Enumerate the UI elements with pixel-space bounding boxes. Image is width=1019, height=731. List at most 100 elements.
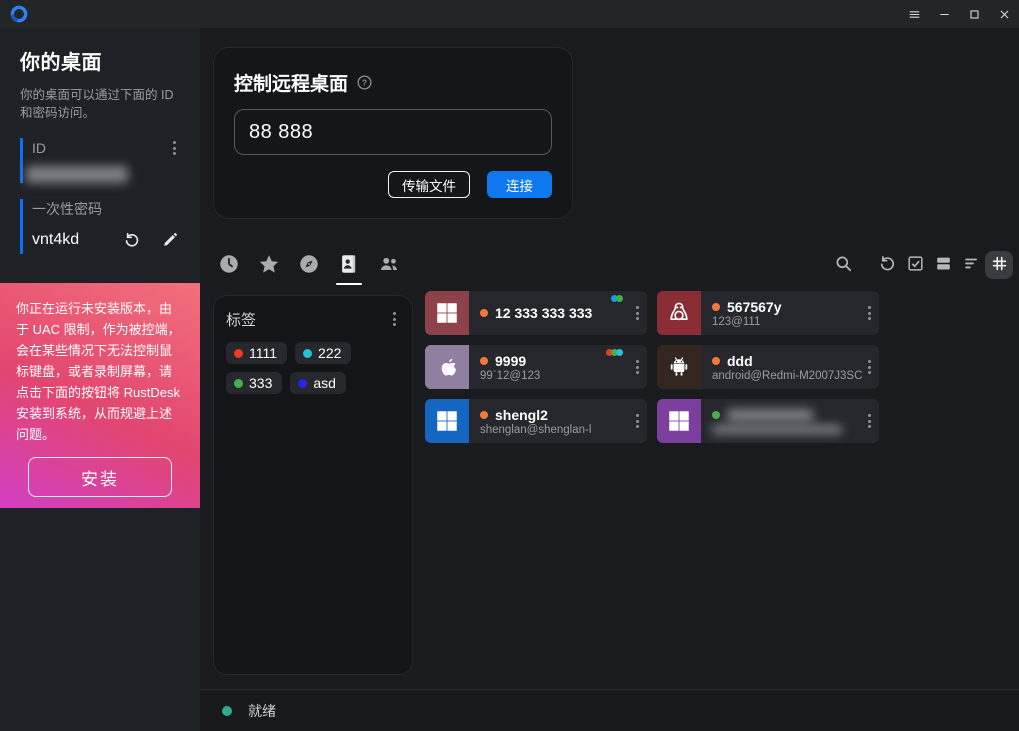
peer-grid: 12 333 333 333 567567y 123@111 <box>425 291 885 443</box>
menu-button[interactable] <box>899 0 929 28</box>
peer-card[interactable]: shengl2 shenglan@shenglan-l <box>425 399 647 443</box>
refresh-peers-button[interactable] <box>873 251 901 279</box>
windows-icon <box>425 399 469 443</box>
titlebar <box>0 0 1019 28</box>
apple-icon <box>425 345 469 389</box>
peer-menu-button[interactable] <box>632 410 643 432</box>
tag-label: 222 <box>318 345 341 361</box>
peer-status-dot <box>480 357 488 365</box>
status-dot <box>222 706 232 716</box>
grid-view-button[interactable] <box>985 251 1013 279</box>
search-icon <box>834 254 853 276</box>
tags-menu-button[interactable] <box>389 308 400 330</box>
peer-card[interactable]: ddd android@Redmi-M2007J3SC <box>657 345 879 389</box>
card-view-button[interactable] <box>929 251 957 279</box>
tag-color-dot <box>234 379 243 388</box>
list-view-button[interactable] <box>957 251 985 279</box>
status-label: 就绪 <box>248 701 276 721</box>
peer-card[interactable]: 9999 99`12@123 <box>425 345 647 389</box>
peer-menu-button[interactable] <box>864 302 875 324</box>
peer-card[interactable]: 567567y 123@111 <box>657 291 879 335</box>
tag-chip[interactable]: 1111 <box>226 342 287 364</box>
remote-id-input[interactable] <box>234 109 552 155</box>
peer-name: 9999 <box>495 353 526 369</box>
tab-recent-sessions[interactable] <box>213 249 245 281</box>
peer-status-dot <box>480 309 488 317</box>
install-warning-panel: 你正在运行未安装版本，由于 UAC 限制，作为被控端，会在某些情况下无法控制鼠标… <box>0 283 200 508</box>
install-button[interactable]: 安装 <box>28 457 172 497</box>
peer-subtitle: 99`12@123 <box>480 370 647 382</box>
peer-status-dot <box>712 411 720 419</box>
cards-icon <box>934 254 953 276</box>
tags-panel: 标签 1111 222 333 asd <box>213 295 413 675</box>
tag-color-dot <box>234 349 243 358</box>
peer-toolbar <box>213 247 1013 283</box>
rustdesk-window: 你的桌面 你的桌面可以通过下面的 ID 和密码访问。 ID 一次性密码 vnt4… <box>0 0 1019 731</box>
close-button[interactable] <box>989 0 1019 28</box>
refresh-password-button[interactable] <box>120 228 144 252</box>
peer-tag-dots <box>608 349 623 356</box>
peer-menu-button[interactable] <box>632 302 643 324</box>
linux-icon <box>657 291 701 335</box>
android-icon <box>657 345 701 389</box>
tab-group[interactable] <box>373 249 405 281</box>
peer-subtitle-censored <box>712 425 842 434</box>
edit-password-button[interactable] <box>158 228 182 252</box>
transfer-file-button[interactable]: 传输文件 <box>388 171 470 198</box>
peer-card[interactable] <box>657 399 879 443</box>
question-circle-icon[interactable]: ? <box>356 74 373 91</box>
tag-color-dot <box>298 379 307 388</box>
checkbox-icon <box>906 254 925 276</box>
peer-subtitle: shenglan@shenglan-l <box>480 424 647 436</box>
id-menu-button[interactable] <box>169 137 180 159</box>
connect-title: 控制远程桌面 <box>234 69 348 96</box>
select-peers-button[interactable] <box>901 251 929 279</box>
sidebar-description: 你的桌面可以通过下面的 ID 和密码访问。 <box>20 86 186 122</box>
peer-subtitle: android@Redmi-M2007J3SC <box>712 370 879 382</box>
peer-status-dot <box>712 303 720 311</box>
grid-hash-icon <box>990 254 1009 276</box>
windows-icon <box>657 399 701 443</box>
tab-favorites[interactable] <box>253 249 285 281</box>
peer-menu-button[interactable] <box>632 356 643 378</box>
password-label: 一次性密码 <box>32 199 102 219</box>
peer-card[interactable]: 12 333 333 333 <box>425 291 647 335</box>
peer-name: 12 333 333 333 <box>495 305 592 321</box>
star-icon <box>258 253 280 278</box>
rustdesk-logo-icon <box>9 4 29 24</box>
tag-label: 1111 <box>249 345 277 361</box>
peer-subtitle: 123@111 <box>712 316 879 328</box>
tag-color-dot <box>303 349 312 358</box>
tag-chip[interactable]: 333 <box>226 372 282 394</box>
peer-name: 567567y <box>727 299 782 315</box>
peer-name: shengl2 <box>495 407 548 423</box>
tag-chip[interactable]: asd <box>290 372 346 394</box>
clock-icon <box>218 253 240 278</box>
address-book-icon <box>338 253 360 278</box>
tag-list: 1111 222 333 asd <box>226 342 400 394</box>
people-icon <box>378 253 400 278</box>
id-value-censored <box>26 166 128 183</box>
id-section: ID <box>20 138 182 183</box>
tag-label: asd <box>313 375 336 391</box>
peer-status-dot <box>712 357 720 365</box>
peer-status-dot <box>480 411 488 419</box>
peer-menu-button[interactable] <box>864 410 875 432</box>
tag-chip[interactable]: 222 <box>295 342 351 364</box>
tab-discovered[interactable] <box>293 249 325 281</box>
password-section: 一次性密码 vnt4kd <box>20 199 182 254</box>
compass-icon <box>298 253 320 278</box>
windows-icon <box>425 291 469 335</box>
search-button[interactable] <box>829 251 857 279</box>
svg-text:?: ? <box>362 78 367 87</box>
maximize-button[interactable] <box>959 0 989 28</box>
connect-remote-card: 控制远程桌面 ? 传输文件 连接 <box>213 47 573 219</box>
tab-address-book[interactable] <box>333 249 365 281</box>
statusbar: 就绪 <box>200 689 1019 731</box>
connect-button[interactable]: 连接 <box>487 171 552 198</box>
minimize-button[interactable] <box>929 0 959 28</box>
sidebar-title: 你的桌面 <box>20 46 182 75</box>
peer-menu-button[interactable] <box>864 356 875 378</box>
main-area: 控制远程桌面 ? 传输文件 连接 <box>200 28 1019 731</box>
tag-label: 333 <box>249 375 272 391</box>
